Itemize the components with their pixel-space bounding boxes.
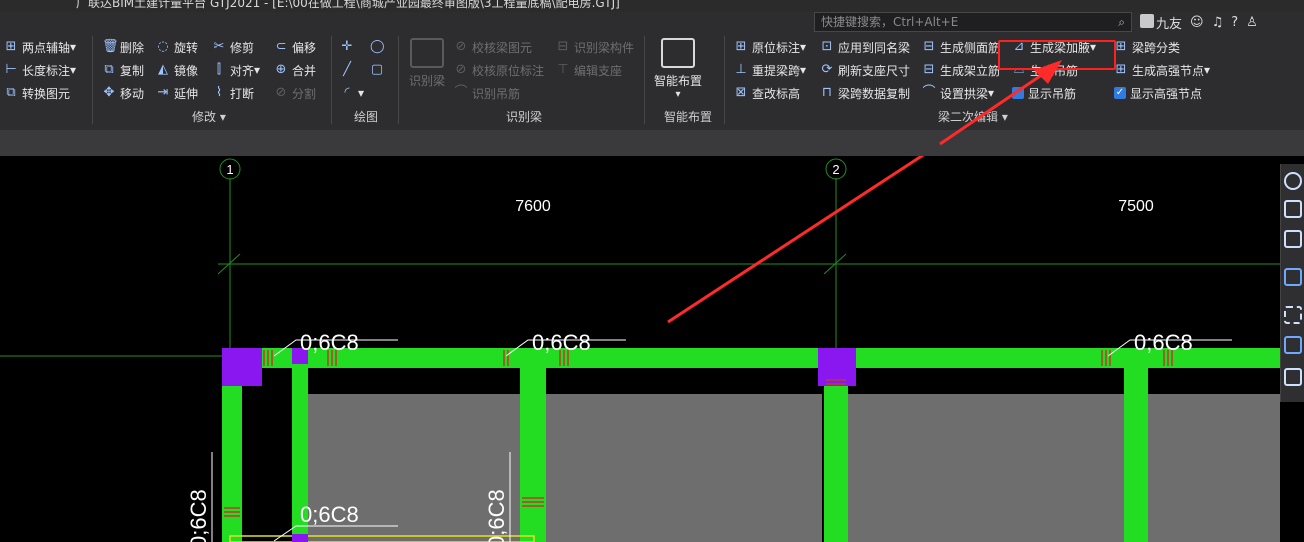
arrow-head — [1034, 60, 1062, 84]
column[interactable] — [222, 348, 262, 386]
beam-vertical[interactable] — [520, 368, 546, 542]
annotation-arrow-shaft — [939, 66, 1053, 146]
span-dimension-2: 7500 — [1118, 198, 1154, 215]
rebar-label[interactable]: 0;6C8 — [300, 330, 359, 355]
beam-vertical[interactable] — [1124, 368, 1148, 542]
cube-view-icon[interactable] — [1284, 230, 1302, 248]
slab[interactable] — [848, 394, 1124, 542]
beam-horizontal[interactable] — [222, 348, 1280, 368]
properties-icon[interactable] — [1284, 368, 1302, 386]
box-icon[interactable] — [1284, 336, 1302, 354]
rebar-label[interactable]: 0;6C8 — [1134, 330, 1193, 355]
cube-selected-icon[interactable] — [1284, 268, 1302, 286]
arrow-overlay — [939, 60, 1062, 146]
view-3d-icon[interactable] — [1284, 200, 1302, 218]
rebar-label-vertical[interactable]: 0;6C8 — [186, 489, 211, 542]
rebar-label-vertical[interactable]: 0;6C8 — [484, 489, 509, 542]
span-dimension-1: 7600 — [515, 198, 551, 215]
annotation-arrow — [667, 156, 925, 324]
slab[interactable] — [1148, 394, 1280, 542]
rebar-label[interactable]: 0;6C8 — [300, 502, 359, 527]
drawing-canvas[interactable]: 1 2 7600 7500 0;6C8 0;6C8 0;6C8 0;6C8 0;… — [0, 156, 1304, 542]
select-region-icon[interactable] — [1284, 306, 1302, 324]
view-toolbar — [1280, 164, 1304, 402]
drawing-svg: 1 2 7600 7500 0;6C8 0;6C8 0;6C8 0;6C8 0;… — [0, 156, 1280, 542]
beam-vertical[interactable] — [824, 368, 848, 542]
column[interactable] — [292, 534, 308, 542]
slab[interactable] — [546, 394, 822, 542]
rebar-label[interactable]: 0;6C8 — [532, 330, 591, 355]
rotate-view-icon[interactable] — [1284, 172, 1302, 190]
